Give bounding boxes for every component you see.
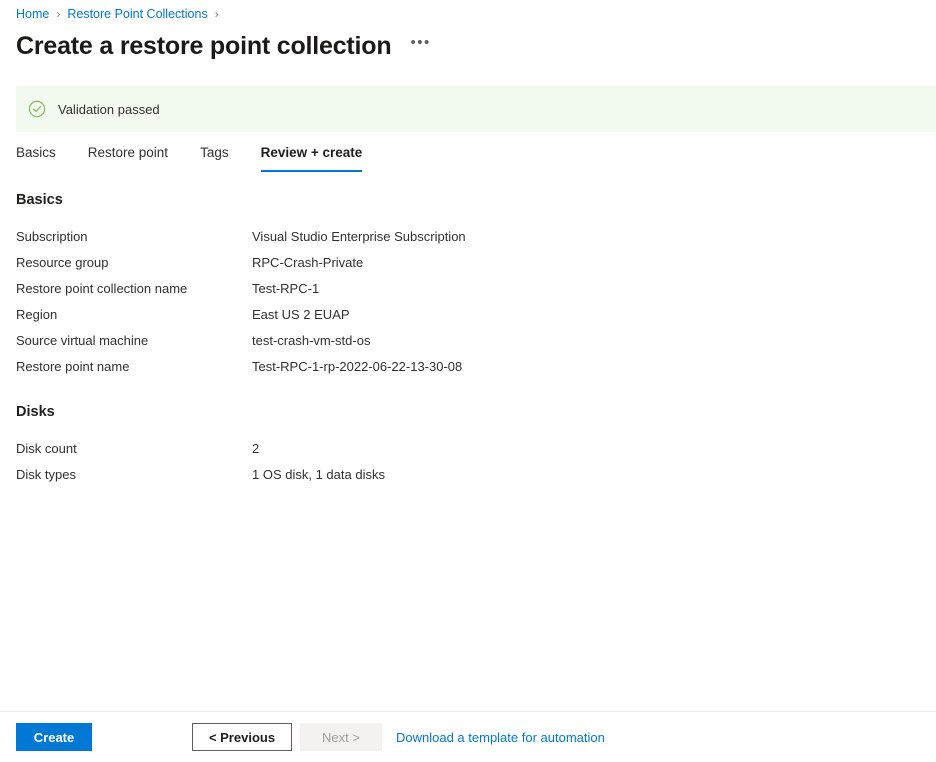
breadcrumb-separator-icon: › — [214, 7, 219, 21]
summary-row: Restore point name Test-RPC-1-rp-2022-06… — [16, 354, 920, 380]
summary-value-disk-types: 1 OS disk, 1 data disks — [252, 467, 385, 482]
summary-value-subscription: Visual Studio Enterprise Subscription — [252, 229, 466, 244]
summary-key-restore-point-name: Restore point name — [16, 359, 130, 374]
breadcrumb-separator-icon: › — [56, 7, 61, 21]
footer-bar: Create < Previous Next > Download a temp… — [0, 712, 936, 762]
summary-row: Subscription Visual Studio Enterprise Su… — [16, 224, 920, 250]
summary-row: Disk count 2 — [16, 436, 920, 462]
validation-banner: Validation passed — [16, 86, 936, 132]
summary-key-collection-name: Restore point collection name — [16, 281, 188, 296]
tab-tags[interactable]: Tags — [200, 144, 229, 172]
wizard-tabs: Basics Restore point Tags Review + creat… — [16, 144, 363, 174]
summary-value-restore-point-name: Test-RPC-1-rp-2022-06-22-13-30-08 — [252, 359, 463, 374]
title-row: Create a restore point collection ••• — [16, 30, 434, 62]
section-heading-disks: Disks — [16, 404, 55, 420]
previous-button[interactable]: < Previous — [192, 723, 292, 751]
section-disks: Disks Disk count 2 Disk types 1 OS disk,… — [16, 402, 920, 488]
breadcrumb-item-restore-point-collections[interactable]: Restore Point Collections — [67, 6, 207, 22]
summary-value-disk-count: 2 — [252, 441, 260, 456]
summary-key-disk-count: Disk count — [16, 441, 77, 456]
summary-value-region: East US 2 EUAP — [252, 307, 350, 322]
summary-key-source-vm: Source virtual machine — [16, 333, 149, 348]
check-circle-icon — [28, 100, 46, 118]
summary-key-disk-types: Disk types — [16, 467, 76, 482]
breadcrumb: Home › Restore Point Collections › — [16, 6, 226, 22]
summary-row: Restore point collection name Test-RPC-1 — [16, 276, 920, 302]
summary-row: Region East US 2 EUAP — [16, 302, 920, 328]
summary-value-source-vm: test-crash-vm-std-os — [252, 333, 371, 348]
tab-review-create[interactable]: Review + create — [260, 144, 363, 172]
summary-row: Disk types 1 OS disk, 1 data disks — [16, 462, 920, 488]
breadcrumb-item-home[interactable]: Home — [16, 6, 49, 22]
validation-banner-text: Validation passed — [58, 101, 160, 117]
summary-row: Resource group RPC-Crash-Private — [16, 250, 920, 276]
section-basics: Basics Subscription Visual Studio Enterp… — [16, 190, 920, 380]
summary-value-collection-name: Test-RPC-1 — [252, 281, 320, 296]
download-template-link[interactable]: Download a template for automation — [396, 730, 605, 745]
create-button[interactable]: Create — [16, 723, 92, 751]
summary-key-subscription: Subscription — [16, 229, 88, 244]
summary-key-resource-group: Resource group — [16, 255, 109, 270]
review-summary: Basics Subscription Visual Studio Enterp… — [16, 190, 920, 488]
more-options-icon[interactable]: ••• — [407, 32, 433, 60]
section-heading-basics: Basics — [16, 192, 63, 208]
summary-key-region: Region — [16, 307, 58, 322]
summary-value-resource-group: RPC-Crash-Private — [252, 255, 364, 270]
tab-basics[interactable]: Basics — [16, 144, 56, 172]
tab-restore-point[interactable]: Restore point — [88, 144, 168, 172]
next-button: Next > — [300, 723, 382, 751]
summary-row: Source virtual machine test-crash-vm-std… — [16, 328, 920, 354]
page-title: Create a restore point collection — [16, 32, 392, 60]
